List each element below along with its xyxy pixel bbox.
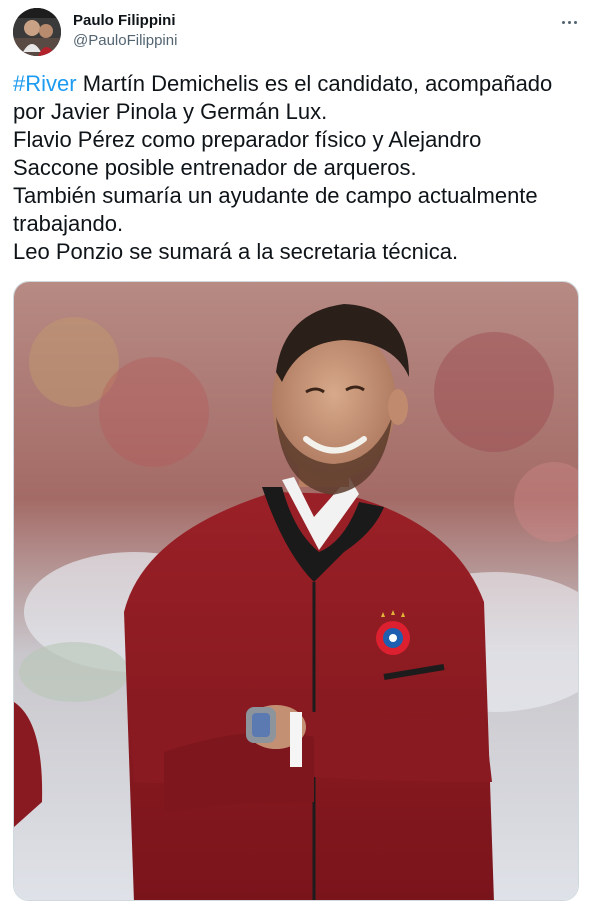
tweet-line: #River Martín Demichelis es el candidato… <box>13 70 583 98</box>
hashtag-link[interactable]: #River <box>13 71 77 96</box>
author-handle[interactable]: @PauloFilippini <box>73 31 177 51</box>
tweet-line: Saccone posible entrenador de arqueros. <box>13 155 417 180</box>
more-horizontal-icon <box>560 20 578 24</box>
tweet-media-photo[interactable] <box>13 281 579 901</box>
author-display-name[interactable]: Paulo Filippini <box>73 11 177 31</box>
tweet-line: trabajando. <box>13 211 124 236</box>
tweet-line: por Javier Pinola y Germán Lux. <box>13 99 328 124</box>
avatar-photo <box>13 8 61 56</box>
tweet-text: #River Martín Demichelis es el candidato… <box>13 70 583 266</box>
tweet-line: Flavio Pérez como preparador físico y Al… <box>13 127 482 152</box>
avatar[interactable] <box>13 8 61 56</box>
tweet-line: También sumaría un ayudante de campo act… <box>13 183 538 208</box>
author-names: Paulo Filippini @PauloFilippini <box>73 11 177 51</box>
tweet-line: Leo Ponzio se sumará a la secretaria téc… <box>13 239 459 264</box>
tweet-line-rest: Martín Demichelis es el candidato, acomp… <box>76 71 553 96</box>
photo-illustration <box>14 282 578 900</box>
tweet-card: Paulo Filippini @PauloFilippini #River M… <box>0 0 595 901</box>
more-options-button[interactable] <box>552 8 586 36</box>
